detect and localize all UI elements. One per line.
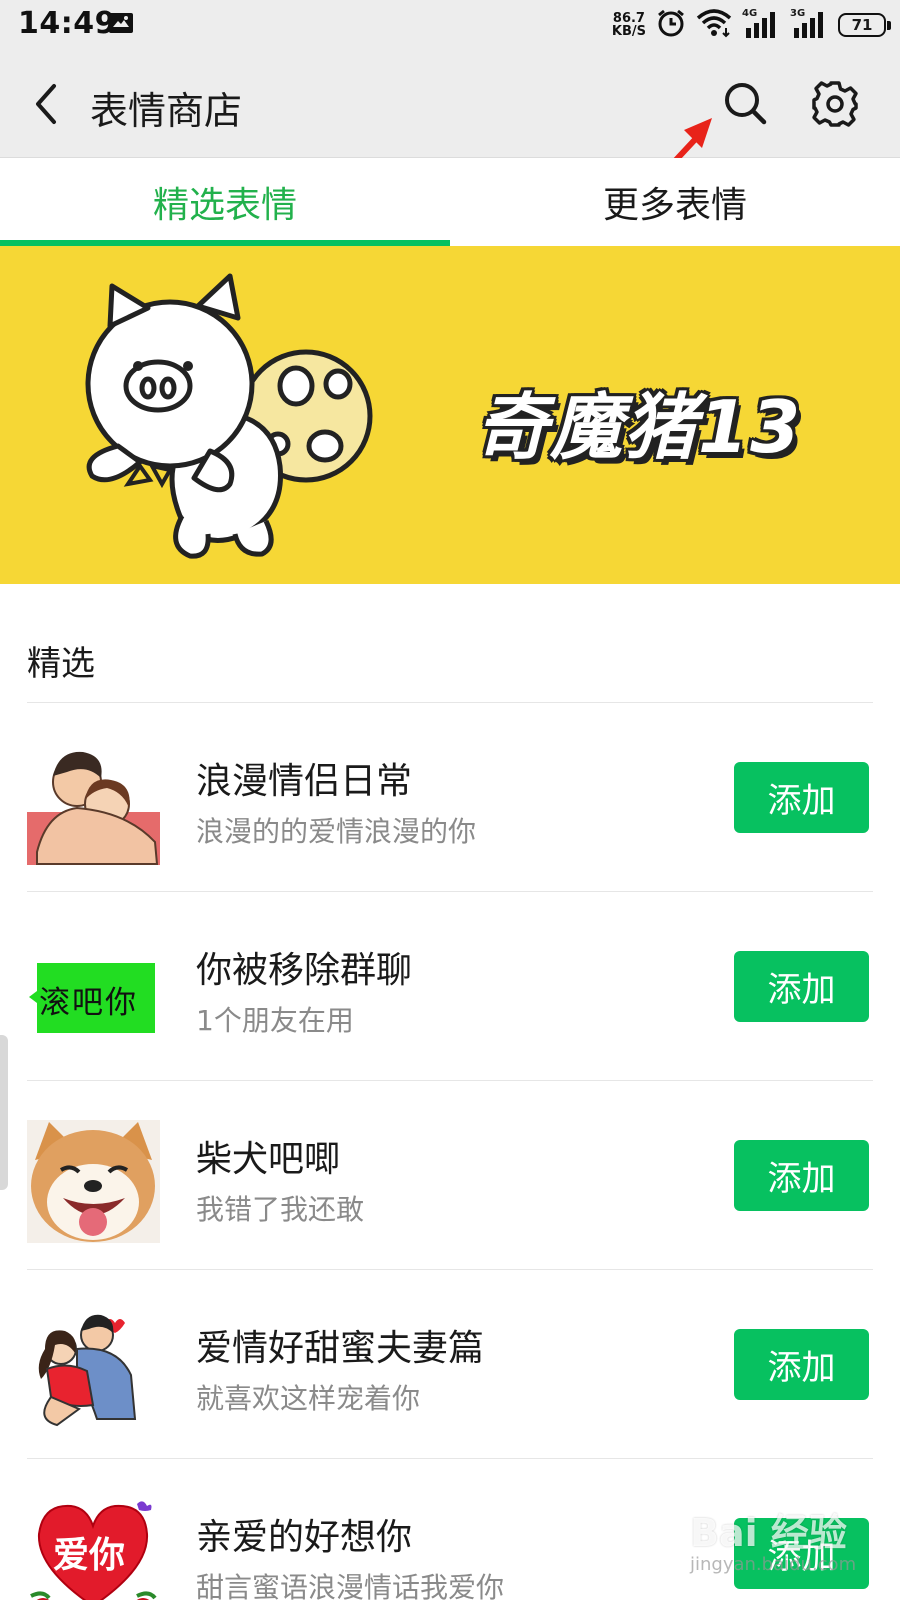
item-subtitle: 就喜欢这样宠着你 — [196, 1382, 421, 1415]
signal-3g-icon: 3G — [790, 8, 828, 40]
status-indicators: 86.7 KB/S 4G 3G 71 — [612, 8, 891, 42]
network-speed-unit: KB/S — [611, 24, 646, 39]
item-title: 爱情好甜蜜夫妻篇 — [196, 1328, 485, 1369]
add-button[interactable]: 添加 — [734, 951, 869, 1022]
banner-title: 奇魔猪13 — [476, 385, 803, 469]
item-subtitle: 甜言蜜语浪漫情话我爱你 — [196, 1571, 505, 1600]
item-title: 亲爱的好想你 — [196, 1517, 413, 1558]
list-item[interactable]: 爱你 亲爱的好想你 甜言蜜语浪漫情话我爱你 添加 — [0, 1458, 900, 1600]
item-subtitle: 1个朋友在用 — [196, 1004, 354, 1037]
featured-banner[interactable]: 奇魔猪13 — [0, 246, 900, 584]
add-button[interactable]: 添加 — [734, 1140, 869, 1211]
list-item[interactable]: 滚吧你 你被移除群聊 1个朋友在用 添加 — [0, 891, 900, 1080]
section-title: 精选 — [27, 644, 95, 684]
add-button[interactable]: 添加 — [734, 1329, 869, 1400]
item-title: 你被移除群聊 — [196, 950, 413, 991]
sticker-list: 浪漫情侣日常 浪漫的的爱情浪漫的你 添加 滚吧你 你被移除群聊 1个朋友在用 添… — [0, 702, 900, 1600]
network-speed: 86.7 KB/S — [612, 12, 646, 38]
alarm-icon — [656, 8, 686, 42]
gear-icon[interactable] — [811, 80, 859, 128]
item-title: 柴犬吧唧 — [196, 1139, 341, 1180]
battery-level: 71 — [851, 16, 873, 34]
add-button[interactable]: 添加 — [734, 762, 869, 833]
item-subtitle: 我错了我还敢 — [196, 1193, 365, 1226]
thumb-caption: 爱你 — [53, 1535, 126, 1576]
tab-featured-stickers[interactable]: 精选表情 — [0, 158, 450, 246]
sweet-couple-icon — [27, 1309, 160, 1432]
status-bar: 14:49 86.7 KB/S 4G 3G 71 — [0, 0, 900, 50]
signal-4g-icon: 4G — [742, 8, 780, 40]
romantic-couple-icon — [27, 742, 160, 865]
tab-more-stickers[interactable]: 更多表情 — [450, 158, 900, 246]
wifi-icon — [696, 8, 732, 42]
chat-bubble-icon: 滚吧你 — [27, 931, 160, 1054]
battery-icon: 71 — [838, 13, 891, 37]
list-item[interactable]: 爱情好甜蜜夫妻篇 就喜欢这样宠着你 添加 — [0, 1269, 900, 1458]
app-header: 表情商店 — [0, 50, 900, 158]
search-icon[interactable] — [722, 80, 770, 128]
list-item[interactable]: 浪漫情侣日常 浪漫的的爱情浪漫的你 添加 — [0, 702, 900, 891]
item-title: 浪漫情侣日常 — [196, 761, 413, 802]
heart-roses-icon: 爱你 — [27, 1498, 160, 1600]
pig-mascot-icon — [70, 266, 390, 566]
page-title: 表情商店 — [90, 89, 243, 133]
item-subtitle: 浪漫的的爱情浪漫的你 — [196, 815, 477, 848]
side-drawer-handle[interactable] — [0, 1035, 8, 1190]
add-button[interactable]: 添加 — [734, 1518, 869, 1589]
tab-label: 精选表情 — [152, 185, 297, 226]
list-item[interactable]: 柴犬吧唧 我错了我还敢 添加 — [0, 1080, 900, 1269]
back-arrow-icon[interactable] — [28, 80, 68, 128]
thumb-caption: 滚吧你 — [39, 985, 138, 1021]
shiba-dog-icon — [27, 1120, 160, 1243]
tab-bar: 精选表情 更多表情 — [0, 158, 900, 246]
tab-label: 更多表情 — [602, 185, 747, 226]
message-notification-icon — [108, 12, 134, 38]
status-time: 14:49 — [18, 6, 116, 41]
